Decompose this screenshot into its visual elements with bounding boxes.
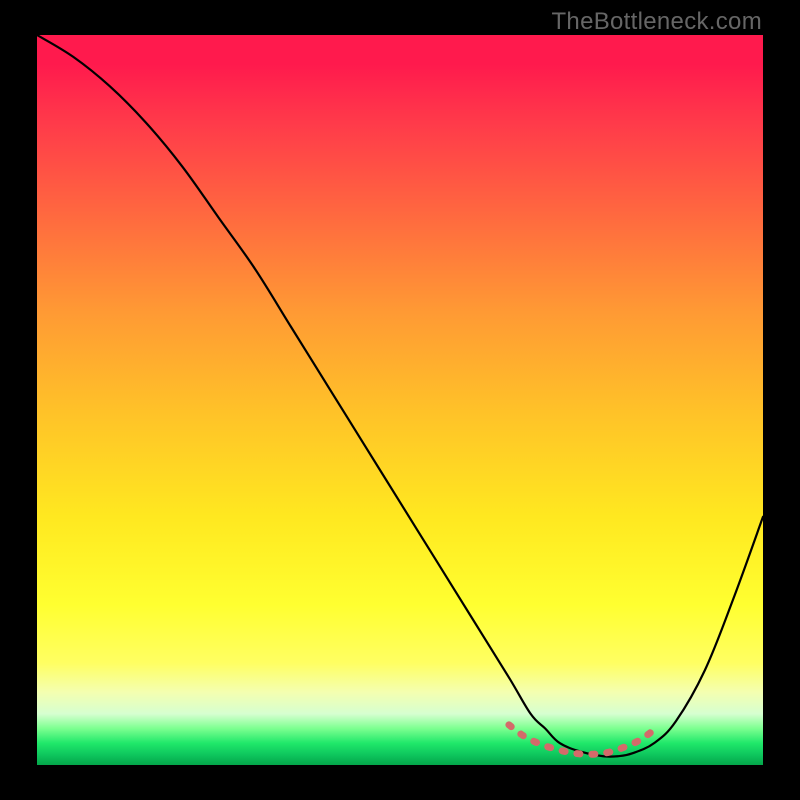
watermark-text: TheBottleneck.com [551, 8, 762, 36]
outer-frame: TheBottleneck.com [0, 0, 800, 800]
optimal-band [509, 725, 654, 754]
plot-area [37, 35, 763, 765]
chart-svg [37, 35, 763, 765]
bottleneck-curve [37, 35, 763, 757]
